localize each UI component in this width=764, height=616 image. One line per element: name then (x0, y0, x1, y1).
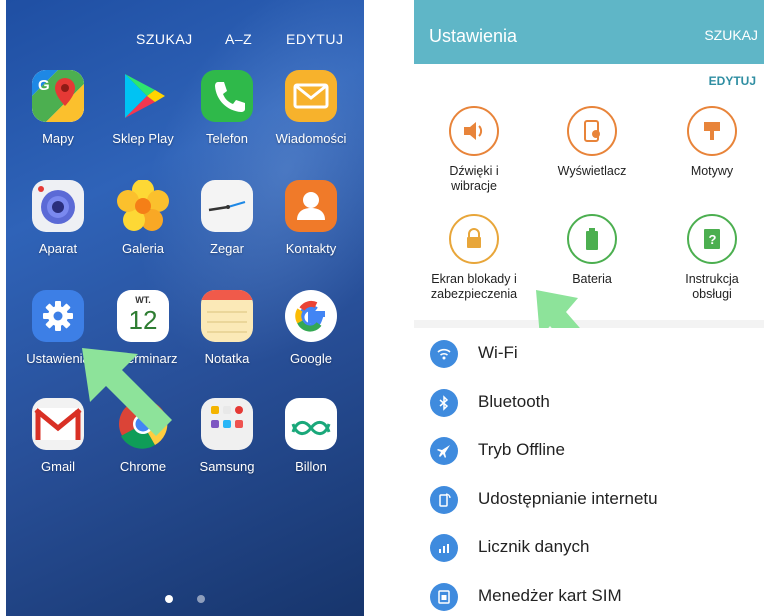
quick-item-label: Ekran blokady i zabezpieczenia (430, 272, 518, 301)
clock-icon (201, 180, 253, 232)
lock-icon (449, 214, 499, 264)
app-label: Samsung (199, 459, 255, 474)
battery-icon (567, 214, 617, 264)
settings-header: Ustawienia SZUKAJ (414, 0, 764, 64)
svg-text:G: G (38, 77, 50, 94)
page-dot-active (164, 595, 173, 603)
quick-settings-grid: EDYTUJ Dźwięki i wibracje Wyświetlacz Mo… (414, 64, 764, 372)
list-item-label: Tryb Offline (478, 440, 565, 459)
app-phone[interactable]: Telefon (187, 70, 267, 146)
app-label: Billon (295, 459, 327, 474)
quick-item-manual[interactable]: ? Instrukcja obsługi (652, 214, 764, 302)
bluetooth-icon (430, 388, 458, 417)
quick-item-label: Wyświetlacz (557, 164, 627, 178)
settings-list: Wi-Fi Bluetooth Tryb Offline Udostępnian… (414, 328, 764, 616)
app-notes[interactable]: Notatka (187, 290, 267, 366)
search-button[interactable]: SZUKAJ (136, 31, 193, 47)
app-drawer-toolbar: SZUKAJ A–Z EDYTUJ (6, 31, 364, 51)
app-gallery[interactable]: Galeria (103, 180, 183, 256)
themes-icon (687, 106, 737, 156)
app-maps[interactable]: G Mapy (18, 70, 98, 146)
list-item-label: Bluetooth (478, 391, 550, 411)
list-item-label: Menedżer kart SIM (478, 585, 622, 605)
calendar-weekday: WT. (135, 295, 151, 305)
sort-az-button[interactable]: A–Z (225, 31, 252, 47)
wifi-icon (430, 340, 458, 368)
app-label: Chrome (119, 459, 167, 474)
list-item-data-usage[interactable]: Licznik danych (414, 522, 764, 571)
list-item-label: Udostępnianie internetu (478, 488, 658, 508)
app-clock[interactable]: Zegar (187, 180, 267, 256)
page-dot (197, 595, 206, 603)
phone-icon (201, 70, 253, 122)
app-label: Mapy (42, 131, 74, 146)
camera-icon (32, 180, 84, 232)
edit-button[interactable]: EDYTUJ (286, 31, 343, 47)
settings-screen: Ustawienia SZUKAJ EDYTUJ Dźwięki i wibra… (414, 0, 764, 616)
home-screen: SZUKAJ A–Z EDYTUJ G Mapy Sklep Play Tele… (6, 0, 364, 616)
list-item-hotspot[interactable]: Udostępnianie internetu (414, 474, 764, 523)
app-samsung-folder[interactable]: Samsung (187, 398, 267, 474)
quick-item-themes[interactable]: Motywy (652, 106, 764, 179)
page-indicator[interactable] (6, 590, 364, 608)
app-google[interactable]: Google (271, 290, 351, 366)
app-label: Kontakty (285, 241, 337, 256)
page-title: Ustawienia (429, 26, 518, 46)
calendar-day: 12 (128, 305, 158, 335)
app-label: Wiadomości (275, 131, 347, 146)
quick-item-label: Dźwięki i wibracje (449, 164, 499, 193)
app-messages[interactable]: Wiadomości (271, 70, 351, 146)
settings-icon (32, 290, 84, 342)
samsung-folder-icon (201, 398, 253, 450)
notes-icon (201, 290, 253, 342)
quick-item-label: Instrukcja obsługi (685, 272, 739, 301)
manual-icon: ? (687, 214, 737, 264)
play-store-icon (117, 70, 169, 122)
quick-item-label: Motywy (690, 164, 734, 178)
quick-item-display[interactable]: Wyświetlacz (532, 106, 652, 179)
maps-icon: G (32, 70, 84, 122)
list-item-bluetooth[interactable]: Bluetooth (414, 377, 764, 426)
app-billon[interactable]: Billon (271, 398, 351, 474)
hotspot-icon (430, 485, 458, 514)
billon-icon (285, 398, 337, 450)
quick-item-battery[interactable]: Bateria (532, 214, 652, 287)
list-item-label: Wi-Fi (478, 343, 518, 362)
app-label: Google (290, 351, 332, 366)
edit-button[interactable]: EDYTUJ (709, 74, 756, 88)
list-item-wifi[interactable]: Wi-Fi (414, 328, 764, 377)
google-icon (285, 290, 337, 342)
app-label: Notatka (204, 351, 250, 366)
contacts-icon (285, 180, 337, 232)
list-item-sim-manager[interactable]: Menedżer kart SIM (414, 571, 764, 616)
highlight-arrow-icon (82, 348, 172, 436)
app-play-store[interactable]: Sklep Play (103, 70, 183, 146)
sim-manager-icon (430, 582, 458, 611)
display-icon (567, 106, 617, 156)
calendar-icon: WT. 12 (117, 290, 169, 342)
volume-icon (449, 106, 499, 156)
quick-item-sounds[interactable]: Dźwięki i wibracje (414, 106, 534, 194)
search-button[interactable]: SZUKAJ (704, 27, 758, 43)
quick-item-label: Bateria (572, 272, 612, 286)
app-contacts[interactable]: Kontakty (271, 180, 351, 256)
airplane-icon (430, 437, 458, 465)
app-label: Telefon (206, 131, 248, 146)
gallery-icon (117, 180, 169, 232)
list-item-airplane[interactable]: Tryb Offline (414, 425, 764, 474)
quick-item-lockscreen[interactable]: Ekran blokady i zabezpieczenia (414, 214, 534, 302)
app-label: Galeria (122, 241, 164, 256)
app-label: Zegar (210, 241, 244, 256)
app-camera[interactable]: Aparat (18, 180, 98, 256)
svg-text:?: ? (709, 232, 717, 247)
app-label: Aparat (38, 241, 78, 256)
app-label: Sklep Play (112, 131, 174, 146)
list-item-label: Licznik danych (478, 537, 590, 556)
data-usage-icon (430, 534, 458, 562)
app-label: Gmail (41, 459, 75, 474)
messages-icon (285, 70, 337, 122)
